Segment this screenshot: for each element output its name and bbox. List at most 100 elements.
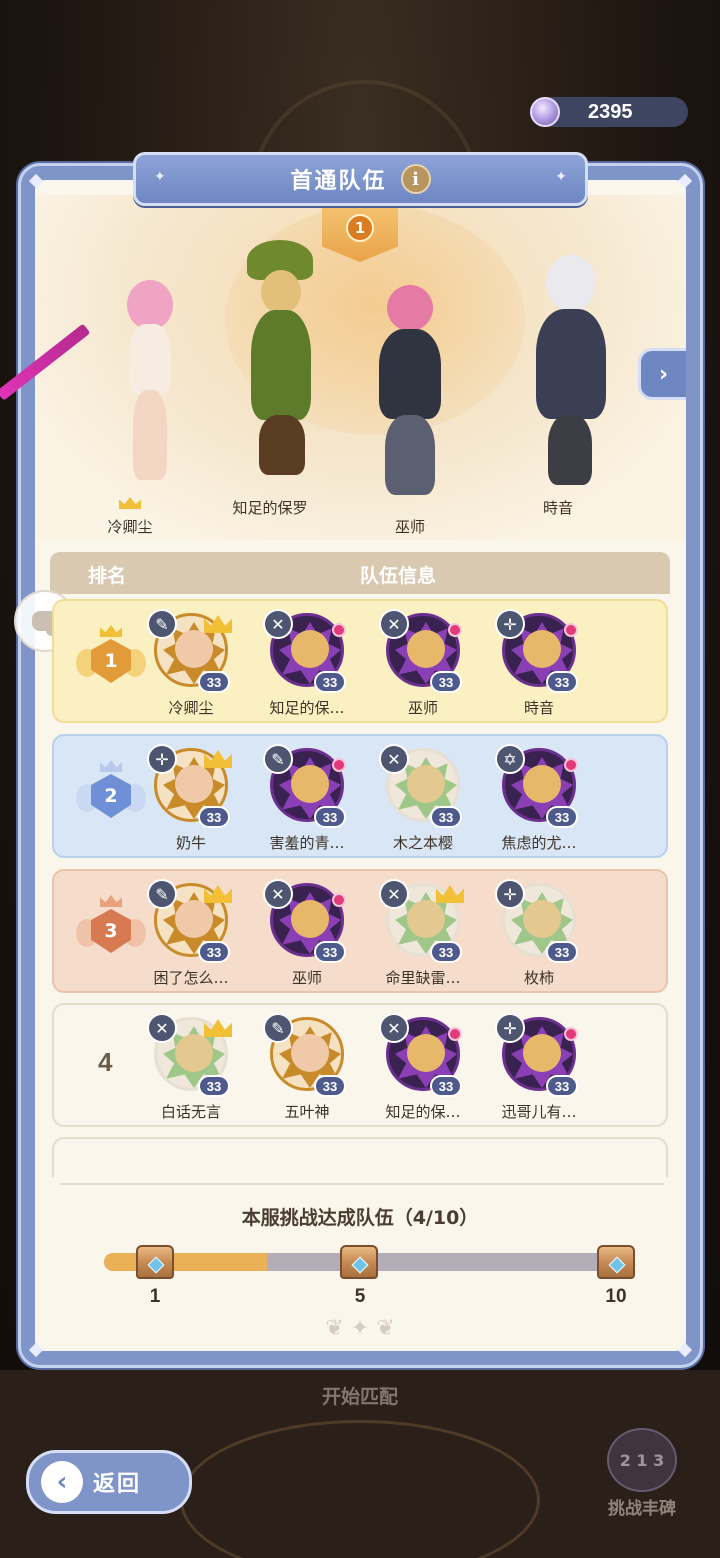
challenge-monument-button[interactable]: 2 1 3 挑战丰碑	[592, 1428, 692, 1524]
team-member[interactable]: ✕ 33 命里缺雷…	[364, 879, 474, 989]
currency-display[interactable]: 2395	[530, 97, 688, 127]
weapon-class-icon: ✛	[495, 879, 525, 909]
hero-name-3: 巫师	[394, 518, 425, 536]
avatar-face	[291, 900, 329, 938]
level-badge: 33	[314, 941, 346, 963]
team-member[interactable]: ✕ 33 巫师	[248, 879, 358, 989]
avatar-face	[407, 1034, 445, 1072]
weapon-class-icon: ✎	[147, 879, 177, 909]
hero-figure-1[interactable]	[97, 280, 197, 510]
team-member[interactable]: ✕ 33 知足的保…	[364, 1013, 474, 1123]
weapon-class-icon: ✕	[379, 744, 409, 774]
rank-number: 2	[91, 774, 131, 818]
team-member[interactable]: ✎ 33 困了怎么…	[132, 879, 242, 989]
team-member[interactable]: ✡ 33 焦虑的尤…	[480, 744, 590, 854]
member-name: 時音	[523, 699, 554, 717]
team-row-4[interactable]: 4 ✕ 33 白话无言 ✎ 33 五叶神 ✕ 33 知足的保… ✛ 33 迅哥儿有…	[52, 1003, 668, 1127]
crown-icon	[100, 625, 122, 637]
avatar-face	[523, 900, 561, 938]
reward-chest-icon[interactable]	[136, 1245, 174, 1279]
milestone-label: 10	[605, 1286, 627, 1307]
member-name: 巫师	[291, 969, 322, 987]
team-member[interactable]: ✕ 33 巫师	[364, 609, 474, 719]
weapon-class-icon: ✡	[495, 744, 525, 774]
team-member[interactable]: ✕ 33 白话无言	[132, 1013, 242, 1123]
level-badge: 33	[546, 1075, 578, 1097]
member-name: 害羞的青…	[269, 834, 345, 852]
table-header: 排名 队伍信息	[50, 552, 670, 594]
member-name: 冷卿尘	[168, 699, 214, 717]
team-row-5[interactable]	[52, 1137, 668, 1177]
team-member[interactable]: ✎ 33 冷卿尘	[132, 609, 242, 719]
member-name: 枚柿	[523, 969, 554, 987]
team-row-2[interactable]: 2 ✛ 33 奶牛 ✎ 33 害羞的青… ✕ 33 木之本樱 ✡ 33 焦虑的尤…	[52, 734, 668, 858]
avatar-face	[175, 900, 213, 938]
team-member[interactable]: ✕ 33 知足的保…	[248, 609, 358, 719]
level-badge: 33	[198, 1075, 230, 1097]
member-name: 困了怎么…	[153, 969, 229, 987]
header-rank: 排名	[88, 565, 127, 587]
monument-label: 挑战丰碑	[608, 1499, 676, 1519]
hero-figure-3[interactable]	[355, 285, 465, 505]
hero-legs	[133, 390, 167, 480]
hero-coat	[536, 309, 606, 419]
team-member[interactable]: ✎ 33 五叶神	[248, 1013, 358, 1123]
gem-icon	[448, 623, 462, 637]
level-badge: 33	[198, 806, 230, 828]
member-name: 奶牛	[175, 834, 206, 852]
ornament-icon: ❦ ✦ ❦	[325, 1316, 395, 1341]
reward-chest-icon[interactable]	[597, 1245, 635, 1279]
avatar-face	[407, 900, 445, 938]
trophy-podium-icon: 2 1 3	[607, 1428, 677, 1492]
member-name: 迅哥儿有…	[501, 1103, 577, 1121]
reward-chest-icon[interactable]	[340, 1245, 378, 1279]
level-badge: 33	[430, 941, 462, 963]
star-icon: ✦	[555, 169, 567, 185]
team-member[interactable]: ✛ 33 枚柿	[480, 879, 590, 989]
team-member[interactable]: ✕ 33 木之本樱	[364, 744, 474, 854]
avatar-face	[175, 765, 213, 803]
level-badge: 33	[546, 671, 578, 693]
header-team-info: 队伍信息	[360, 565, 437, 587]
chevron-right-icon: ›	[658, 361, 669, 387]
weapon-class-icon: ✛	[495, 609, 525, 639]
back-button[interactable]: ‹ 返回	[26, 1450, 192, 1514]
hero-figure-4[interactable]	[510, 245, 630, 495]
next-page-button[interactable]: ›	[638, 348, 686, 400]
hero-body	[129, 324, 171, 394]
hero-figure-2[interactable]	[225, 240, 335, 500]
hero-hair	[546, 255, 596, 311]
team-member[interactable]: ✛ 33 奶牛	[132, 744, 242, 854]
hero-legs	[385, 415, 435, 495]
info-icon[interactable]: i	[400, 164, 431, 194]
hero-legs	[548, 415, 592, 485]
hero-body	[379, 329, 441, 419]
gem-icon	[332, 758, 346, 772]
crown-icon	[100, 895, 122, 907]
team-row-3[interactable]: 3 ✎ 33 困了怎么… ✕ 33 巫师 ✕ 33 命里缺雷… ✛ 33 枚柿	[52, 869, 668, 993]
member-name: 白话无言	[160, 1103, 221, 1121]
team-member[interactable]: ✎ 33 害羞的青…	[248, 744, 358, 854]
avatar-face	[175, 1034, 213, 1072]
hero-body	[251, 310, 311, 420]
weapon-class-icon: ✕	[379, 1013, 409, 1043]
gem-icon	[564, 758, 578, 772]
crystal-gem-icon	[530, 97, 560, 127]
weapon-class-icon: ✕	[147, 1013, 177, 1043]
member-name: 知足的保…	[269, 699, 345, 717]
team-member[interactable]: ✛ 33 迅哥儿有…	[480, 1013, 590, 1123]
member-name: 知足的保…	[385, 1103, 461, 1121]
back-arrow-icon: ‹	[41, 1461, 83, 1503]
level-badge: 33	[314, 671, 346, 693]
avatar-face	[407, 630, 445, 668]
hero-name-1: 冷卿尘	[107, 518, 153, 536]
gem-icon	[564, 623, 578, 637]
level-badge: 33	[314, 1075, 346, 1097]
gem-icon	[332, 893, 346, 907]
hero-head	[261, 270, 301, 314]
team-member[interactable]: ✛ 33 時音	[480, 609, 590, 719]
avatar-face	[523, 765, 561, 803]
rank-number: 1	[91, 639, 131, 683]
team-row-1[interactable]: 1 ✎ 33 冷卿尘 ✕ 33 知足的保… ✕ 33 巫师 ✛ 33 時音	[52, 599, 668, 723]
hero-name-4: 時音	[542, 499, 573, 517]
